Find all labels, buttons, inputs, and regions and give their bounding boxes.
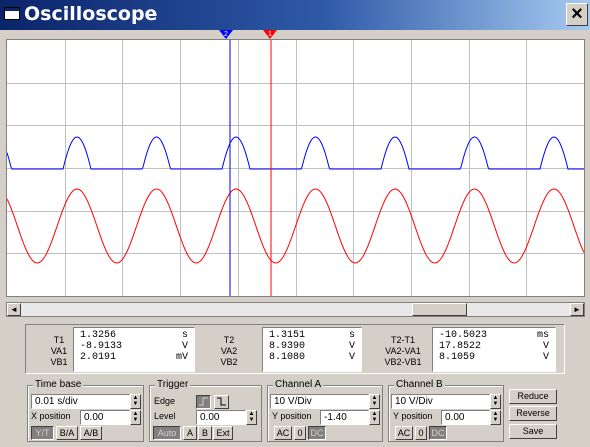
t1-readout: 1.3256 s -8.9133 V 2.0191 mV [73,327,195,372]
timebase-group: Time base 0.01 s/div ▲ ▼ X position 0.00 … [27,379,144,442]
channel-b-zero-button[interactable]: 0 [415,426,427,440]
channel-a-dc-button[interactable]: DC [308,426,326,440]
yt-mode-button[interactable]: Y/T [31,426,54,440]
cursor-1-label: 1 [268,31,272,38]
trigger-title: Trigger [155,379,191,390]
diff-readout: -10.5023 ms 17.8522 V 8.1059 V [432,327,556,372]
t2-labels: T2 VA2 VB2 [220,335,238,367]
reduce-button[interactable]: Reduce [509,389,557,404]
grid [7,40,584,296]
rising-edge-icon[interactable] [196,395,211,409]
cursor-2-label: 2 [224,31,228,38]
edge-label: Edge [154,396,176,406]
channel-b-title: Channel B [394,379,445,390]
channel-b-y-position-label: Y position [393,411,433,421]
cursor-readout-panel: T1 VA1 VB1 1.3256 s -8.9133 V 2.0191 mV T2 VA2… [25,324,565,374]
window-icon [4,7,20,20]
diff-labels: T2-T1 VA2-VA1 VB2-VB1 [384,335,422,367]
channel-b-y-position-spinner[interactable]: ▲ ▼ [490,410,501,425]
channel-b-ac-button[interactable]: AC [395,426,413,440]
trigger-ext-button[interactable]: Ext [213,426,233,440]
window-title: Oscilloscope [24,3,158,25]
x-position-field[interactable]: 0.00 [80,410,130,425]
channel-b-scale-field[interactable]: 10 V/Div [391,394,490,409]
cursor-handles[interactable]: 2 1 [219,29,279,41]
channel-b-trace [7,136,584,170]
scroll-right-button[interactable]: ► [570,303,584,316]
channel-b-y-position-field[interactable]: 0.00 [441,410,490,425]
trigger-b-button[interactable]: B [198,426,212,440]
trigger-auto-button[interactable]: Auto [153,426,181,440]
channel-a-scale-field[interactable]: 10 V/Div [270,394,369,409]
trigger-group: Trigger Edge Level 0.00 ▲ ▼ Auto A B Ext [149,379,262,442]
channel-b-scale-spinner[interactable]: ▲ ▼ [490,394,501,409]
x-position-label: X position [31,411,71,421]
ab-mode-button[interactable]: A/B [80,426,102,440]
timebase-scale-field[interactable]: 0.01 s/div [31,394,130,409]
ba-mode-button[interactable]: B/A [56,426,78,440]
channel-a-title: Channel A [273,379,324,390]
channel-a-trace [7,188,584,264]
trigger-a-button[interactable]: A [183,426,197,440]
timebase-title: Time base [33,379,84,390]
channel-a-y-position-field[interactable]: -1.40 [320,410,369,425]
t2-readout: 1.3151 s 8.9390 V 8.1080 V [262,327,362,372]
oscilloscope-screen [6,39,585,297]
horizontal-scrollbar[interactable]: ◄ ► [6,302,585,317]
channel-a-group: Channel A 10 V/Div ▲ ▼ Y position -1.40 ▲… [267,379,383,442]
save-button[interactable]: Save [509,424,557,439]
close-button[interactable]: × [566,3,588,26]
scroll-left-button[interactable]: ◄ [7,303,21,316]
x-position-spinner[interactable]: ▲ ▼ [130,410,141,425]
channel-a-y-position-label: Y position [272,411,312,421]
scope-canvas [7,40,584,296]
channel-a-scale-spinner[interactable]: ▲ ▼ [369,394,380,409]
channel-b-dc-button[interactable]: DC [429,426,447,440]
reverse-button[interactable]: Reverse [509,406,557,421]
timebase-scale-spinner[interactable]: ▲ ▼ [130,394,141,409]
scroll-thumb[interactable] [412,303,467,316]
channel-a-zero-button[interactable]: 0 [294,426,306,440]
level-field[interactable]: 0.00 [196,410,246,425]
t1-labels: T1 VA1 VB1 [50,335,68,367]
level-spinner[interactable]: ▲ ▼ [246,410,257,425]
falling-edge-icon[interactable] [214,395,229,409]
channel-a-y-position-spinner[interactable]: ▲ ▼ [369,410,380,425]
level-label: Level [154,411,176,421]
title-bar: Oscilloscope × [0,0,590,30]
channel-b-group: Channel B 10 V/Div ▲ ▼ Y position 0.00 ▲ ▼… [388,379,504,442]
channel-a-ac-button[interactable]: AC [274,426,292,440]
